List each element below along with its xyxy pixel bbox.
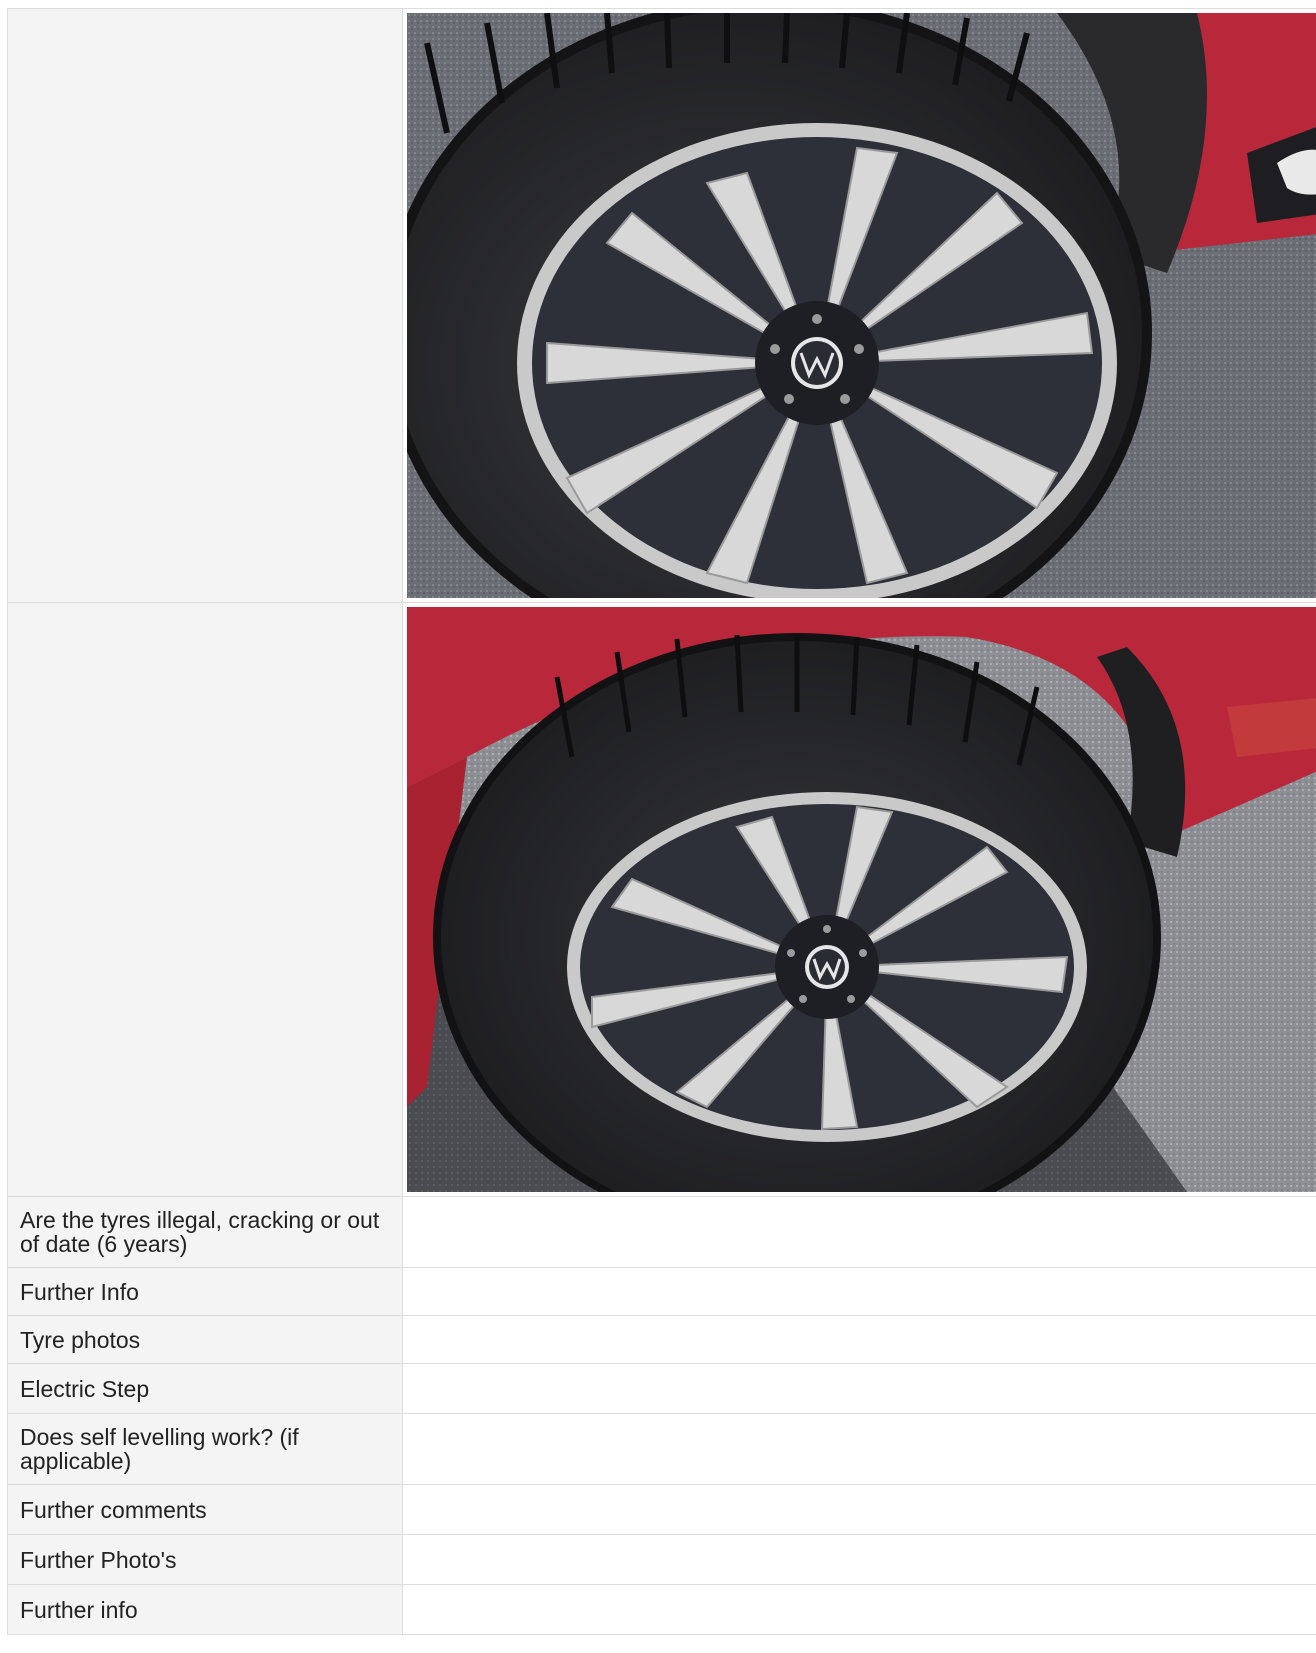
row-further-info-2: Further info (7, 1584, 1316, 1635)
photo-row-label (7, 602, 403, 1197)
row-label: Further Info (7, 1267, 403, 1316)
row-value (402, 1484, 1316, 1535)
row-label: Tyre photos (7, 1315, 403, 1364)
row-value (402, 1584, 1316, 1635)
row-label: Further info (7, 1584, 403, 1635)
row-tyre-photos: Tyre photos (7, 1315, 1316, 1364)
photo-row-label (7, 8, 403, 603)
row-value (402, 1267, 1316, 1316)
tyre-photo-2[interactable] (407, 607, 1316, 1192)
row-label: Does self levelling work? (if applicable… (7, 1413, 403, 1485)
row-further-comments: Further comments (7, 1484, 1316, 1535)
row-tyres-illegal: Are the tyres illegal, cracking or out o… (7, 1196, 1316, 1268)
row-label: Are the tyres illegal, cracking or out o… (7, 1196, 403, 1268)
photo-row (7, 8, 1316, 603)
row-value (402, 1196, 1316, 1268)
photo-row (7, 602, 1316, 1197)
row-value (402, 1363, 1316, 1414)
row-label: Further Photo's (7, 1534, 403, 1585)
row-further-info: Further Info (7, 1267, 1316, 1316)
row-self-levelling: Does self levelling work? (if applicable… (7, 1413, 1316, 1485)
row-value (402, 1315, 1316, 1364)
row-label: Further comments (7, 1484, 403, 1535)
photo-cell (402, 8, 1316, 603)
row-further-photos: Further Photo's (7, 1534, 1316, 1585)
row-label: Electric Step (7, 1363, 403, 1414)
tyre-photo-1[interactable] (407, 13, 1316, 598)
photo-cell (402, 602, 1316, 1197)
row-value (402, 1534, 1316, 1585)
row-value (402, 1413, 1316, 1485)
row-electric-step: Electric Step (7, 1363, 1316, 1414)
inspection-table: Are the tyres illegal, cracking or out o… (7, 8, 1316, 1635)
